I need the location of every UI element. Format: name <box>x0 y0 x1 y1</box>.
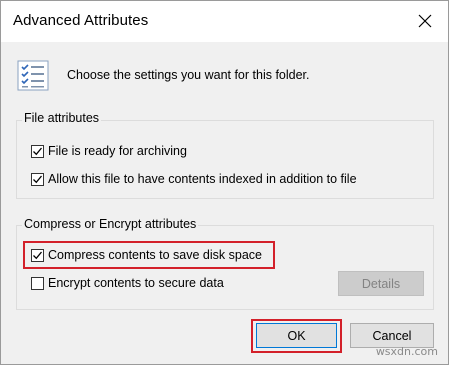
close-button[interactable] <box>410 7 440 35</box>
encrypt-checkbox[interactable]: Encrypt contents to secure data <box>31 276 224 290</box>
archive-checkbox-label: File is ready for archiving <box>48 144 187 158</box>
archive-checkbox[interactable]: File is ready for archiving <box>31 144 187 158</box>
close-icon <box>418 14 432 28</box>
file-attributes-label: File attributes <box>22 111 102 125</box>
file-attributes-group <box>16 120 434 199</box>
index-checkbox-label: Allow this file to have contents indexed… <box>48 172 357 186</box>
compress-checkbox-label: Compress contents to save disk space <box>48 248 262 262</box>
ok-button[interactable]: OK <box>256 323 337 348</box>
compress-checkbox-box[interactable] <box>31 248 44 262</box>
index-checkbox-box[interactable] <box>31 172 44 186</box>
encrypt-checkbox-label: Encrypt contents to secure data <box>48 276 224 290</box>
dialog-title: Advanced Attributes <box>13 12 149 29</box>
compress-checkbox[interactable]: Compress contents to save disk space <box>31 248 262 262</box>
title-bar: Advanced Attributes <box>1 1 448 42</box>
attributes-list-icon <box>17 60 49 91</box>
details-button[interactable]: Details <box>338 271 424 296</box>
header-description: Choose the settings you want for this fo… <box>67 68 310 82</box>
checkmark-icon <box>33 175 43 183</box>
index-checkbox[interactable]: Allow this file to have contents indexed… <box>31 172 357 186</box>
checkmark-icon <box>33 147 43 155</box>
archive-checkbox-box[interactable] <box>31 144 44 158</box>
watermark: wsxdn.com <box>375 345 438 358</box>
encrypt-checkbox-box[interactable] <box>31 276 44 290</box>
advanced-attributes-dialog: Advanced Attributes Choose the settings … <box>0 0 449 365</box>
checkmark-icon <box>33 251 43 259</box>
compress-encrypt-label: Compress or Encrypt attributes <box>22 217 199 231</box>
